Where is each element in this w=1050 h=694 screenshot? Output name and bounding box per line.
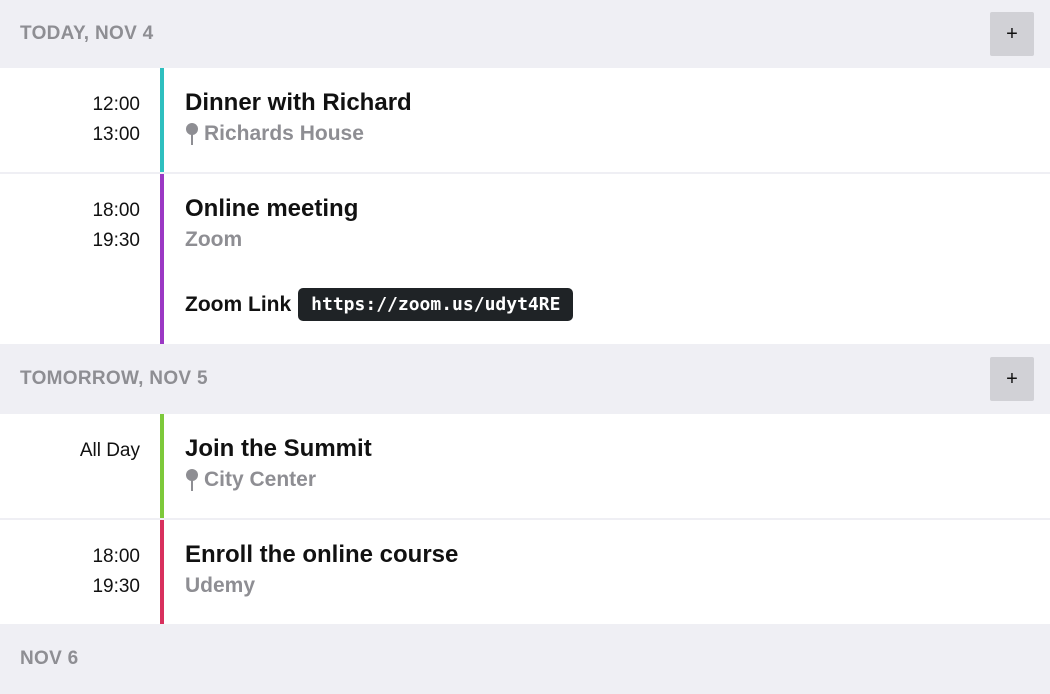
event-location: Richards House	[185, 118, 1030, 150]
day-label: NOV 6	[20, 648, 79, 669]
event-start-time: 12:00	[92, 94, 140, 115]
event-location: Udemy	[185, 570, 1030, 602]
event-time: 18:00 19:30	[0, 174, 160, 344]
zoom-link-url[interactable]: https://zoom.us/udyt4RE	[298, 288, 574, 321]
event-start-time: 18:00	[92, 200, 140, 221]
event-title: Join the Summit	[185, 435, 372, 462]
day-header-nov-4: TODAY, NOV 4 +	[0, 0, 1050, 68]
day-header-nov-5: TOMORROW, NOV 5 +	[0, 344, 1050, 414]
event-title: Enroll the online course	[185, 541, 459, 568]
event-location-text: City Center	[204, 468, 317, 491]
event-title: Online meeting	[185, 195, 359, 222]
event-location-text: Udemy	[185, 574, 256, 597]
add-event-button[interactable]: +	[990, 357, 1034, 401]
event-time: 18:00 19:30	[0, 520, 160, 624]
add-event-button[interactable]: +	[990, 12, 1034, 56]
map-pin-icon	[186, 123, 198, 145]
event-time: 12:00 13:00	[0, 68, 160, 172]
event-join-the-summit[interactable]: All Day Join the Summit City Center	[0, 414, 1050, 520]
event-dinner-with-richard[interactable]: 12:00 13:00 Dinner with Richard Richards…	[0, 68, 1050, 174]
event-enroll-online-course[interactable]: 18:00 19:30 Enroll the online course Ude…	[0, 520, 1050, 624]
day-header-nov-6: NOV 6	[0, 624, 1050, 694]
day-label: TOMORROW, NOV 5	[20, 368, 208, 389]
event-time: All Day	[0, 414, 160, 518]
event-location: City Center	[185, 464, 1030, 496]
event-online-meeting[interactable]: 18:00 19:30 Online meeting Zoom Zoom Lin…	[0, 174, 1050, 344]
event-location-text: Zoom	[185, 228, 243, 251]
map-pin-icon	[186, 469, 198, 491]
event-end-time: 13:00	[92, 124, 140, 145]
event-start-time: 18:00	[92, 546, 140, 567]
day-label: TODAY, NOV 4	[20, 23, 154, 44]
zoom-link-row: Zoom Link https://zoom.us/udyt4RE	[185, 288, 1030, 321]
event-location: Zoom	[185, 224, 1030, 256]
event-title: Dinner with Richard	[185, 89, 412, 116]
event-end-time: 19:30	[92, 230, 140, 251]
zoom-link-label: Zoom Link	[185, 292, 292, 316]
event-all-day: All Day	[79, 440, 140, 461]
event-end-time: 19:30	[92, 576, 140, 597]
event-location-text: Richards House	[204, 122, 364, 145]
